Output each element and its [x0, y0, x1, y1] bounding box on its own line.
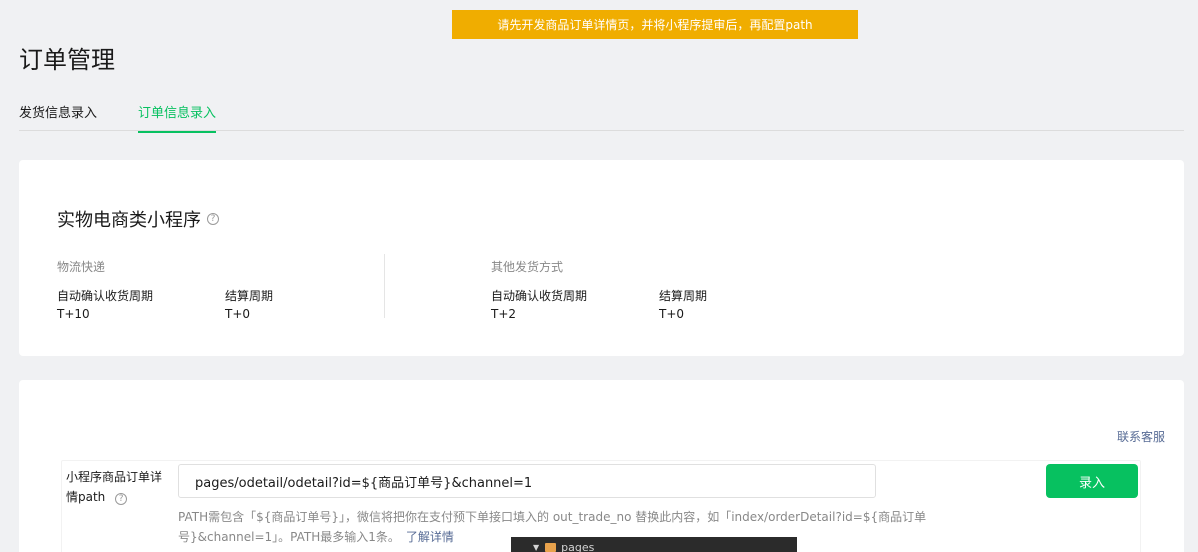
logistics-title: 物流快递: [57, 260, 106, 274]
auto-confirm-label: 自动确认收货周期: [491, 289, 588, 303]
logistics-group: 物流快递 自动确认收货周期 T+10 结算周期 T+0: [57, 258, 393, 321]
other-settlement: 结算周期 T+0: [659, 287, 827, 321]
auto-confirm-value: T+2: [491, 307, 517, 321]
settlement-label: 结算周期: [225, 289, 274, 303]
tab-shipping-info[interactable]: 发货信息录入: [19, 102, 97, 131]
logistics-settlement: 结算周期 T+0: [225, 287, 393, 321]
folder-icon: [545, 542, 557, 552]
warning-toast: 请先开发商品订单详情页，并将小程序提审后，再配置path: [452, 10, 858, 39]
path-input[interactable]: [178, 464, 876, 498]
summary-card: 实物电商类小程序 ? 物流快递 自动确认收货周期 T+10 结算周期 T+0 其…: [19, 160, 1184, 356]
settlement-value: T+0: [225, 307, 251, 321]
learn-more-link[interactable]: 了解详情: [406, 530, 454, 544]
settlement-label: 结算周期: [659, 289, 708, 303]
auto-confirm-label: 自动确认收货周期: [57, 289, 154, 303]
path-config-card: 联系客服 小程序商品订单详情path ? 录入 PATH需包含「${商品订单号}…: [19, 380, 1184, 552]
logistics-fields: 自动确认收货周期 T+10 结算周期 T+0: [57, 287, 393, 321]
divider: [384, 254, 385, 318]
other-shipping-title: 其他发货方式: [491, 260, 564, 274]
submit-button[interactable]: 录入: [1046, 464, 1138, 498]
auto-confirm-value: T+10: [57, 307, 90, 321]
section-title: 实物电商类小程序 ?: [57, 206, 219, 232]
toast-text: 请先开发商品订单详情页，并将小程序提审后，再配置path: [497, 18, 813, 32]
page-title: 订单管理: [19, 46, 115, 74]
folder-label[interactable]: pages: [561, 541, 594, 552]
contact-support-link[interactable]: 联系客服: [1117, 428, 1165, 445]
question-circle-icon[interactable]: ?: [115, 493, 128, 505]
path-label: 小程序商品订单详情path ?: [66, 467, 166, 507]
settlement-value: T+0: [659, 307, 685, 321]
tab-bar: 发货信息录入 订单信息录入: [19, 98, 1184, 133]
logistics-auto-confirm: 自动确认收货周期 T+10: [57, 287, 225, 321]
other-shipping-group: 其他发货方式 自动确认收货周期 T+2 结算周期 T+0: [491, 258, 827, 321]
path-label-text: 小程序商品订单详情path: [66, 470, 163, 504]
question-circle-icon[interactable]: ?: [207, 213, 219, 225]
section-title-text: 实物电商类小程序: [57, 210, 201, 231]
expand-caret-icon[interactable]: ▼: [533, 543, 539, 552]
other-shipping-fields: 自动确认收货周期 T+2 结算周期 T+0: [491, 287, 827, 321]
other-auto-confirm: 自动确认收货周期 T+2: [491, 287, 659, 321]
tab-order-info[interactable]: 订单信息录入: [138, 102, 217, 133]
file-tree-overlay: ▼ pages: [511, 537, 797, 552]
